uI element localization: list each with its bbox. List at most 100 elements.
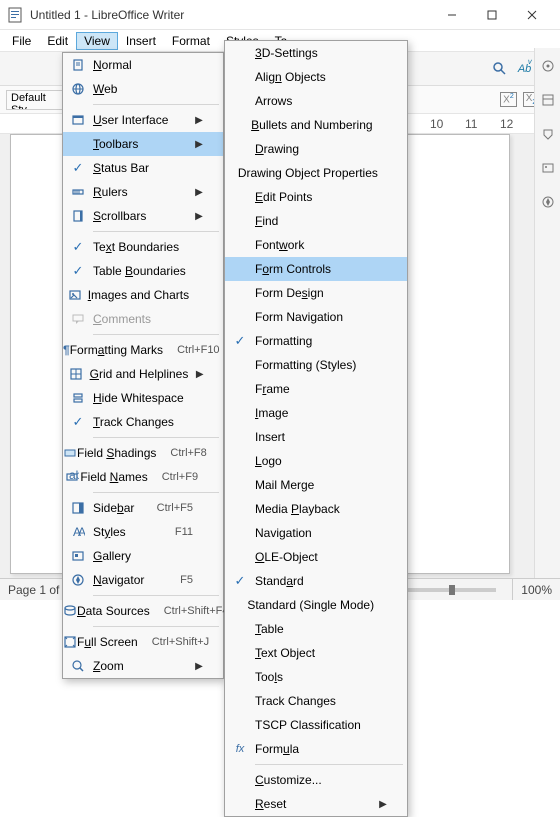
toolbars-item-formatting-styles-[interactable]: Formatting (Styles) bbox=[225, 353, 407, 377]
toolbars-item-formula[interactable]: fxFormula bbox=[225, 737, 407, 761]
toolbars-item-standard-single-mode-[interactable]: Standard (Single Mode) bbox=[225, 593, 407, 617]
menu-file[interactable]: File bbox=[4, 32, 39, 50]
menu-format[interactable]: Format bbox=[164, 32, 218, 50]
menu-accel: F5 bbox=[172, 574, 193, 586]
view-item-styles[interactable]: AAStylesF11 bbox=[63, 520, 223, 544]
view-item-zoom[interactable]: Zoom▶ bbox=[63, 654, 223, 678]
superscript-button[interactable]: X2 bbox=[500, 92, 517, 106]
toolbars-item-3d-settings[interactable]: 3D-Settings bbox=[225, 41, 407, 65]
maximize-button[interactable] bbox=[472, 1, 512, 29]
toolbars-item-ole-object[interactable]: OLE-Object bbox=[225, 545, 407, 569]
toolbars-item-form-navigation[interactable]: Form Navigation bbox=[225, 305, 407, 329]
view-item-hide-whitespace[interactable]: Hide Whitespace bbox=[63, 386, 223, 410]
view-item-rulers[interactable]: Rulers▶ bbox=[63, 180, 223, 204]
toolbars-item-frame[interactable]: Frame bbox=[225, 377, 407, 401]
view-item-images-and-charts[interactable]: Images and Charts bbox=[63, 283, 223, 307]
spellcheck-icon[interactable]: Abͮ bbox=[518, 63, 531, 75]
grid-icon bbox=[63, 367, 90, 381]
menu-label: User Interface bbox=[93, 113, 193, 127]
toolbars-item-tools[interactable]: Tools bbox=[225, 665, 407, 689]
view-item-gallery[interactable]: Gallery bbox=[63, 544, 223, 568]
menu-accel: Ctrl+F9 bbox=[154, 471, 198, 483]
view-item-field-names[interactable]: abField NamesCtrl+F9 bbox=[63, 465, 223, 489]
toolbars-item-align-objects[interactable]: Align Objects bbox=[225, 65, 407, 89]
menu-view[interactable]: View bbox=[76, 32, 118, 50]
toolbars-item-drawing[interactable]: Drawing bbox=[225, 137, 407, 161]
toolbars-item-navigation[interactable]: Navigation bbox=[225, 521, 407, 545]
menu-edit[interactable]: Edit bbox=[39, 32, 76, 50]
toolbars-item-insert[interactable]: Insert bbox=[225, 425, 407, 449]
toolbars-item-image[interactable]: Image bbox=[225, 401, 407, 425]
menu-label: Toolbars bbox=[93, 137, 193, 151]
menu-label: Full Screen bbox=[77, 635, 144, 649]
toolbars-item-reset[interactable]: Reset▶ bbox=[225, 792, 407, 816]
view-item-toolbars[interactable]: Toolbars▶ bbox=[63, 132, 223, 156]
menu-label: Standard bbox=[255, 574, 377, 588]
view-item-formatting-marks[interactable]: ¶Formatting MarksCtrl+F10 bbox=[63, 338, 223, 362]
menu-label: Images and Charts bbox=[88, 288, 195, 302]
find-icon[interactable] bbox=[492, 61, 508, 77]
toolbars-item-edit-points[interactable]: Edit Points bbox=[225, 185, 407, 209]
check-icon: ✓ bbox=[63, 160, 93, 176]
submenu-arrow-icon: ▶ bbox=[193, 115, 205, 126]
toolbars-item-find[interactable]: Find bbox=[225, 209, 407, 233]
toolbars-item-logo[interactable]: Logo bbox=[225, 449, 407, 473]
toolbars-item-media-playback[interactable]: Media Playback bbox=[225, 497, 407, 521]
sidebar-styles-icon[interactable] bbox=[538, 124, 558, 144]
view-item-scrollbars[interactable]: Scrollbars▶ bbox=[63, 204, 223, 228]
toolbars-item-bullets-and-numbering[interactable]: Bullets and Numbering bbox=[225, 113, 407, 137]
sidebar-properties-icon[interactable] bbox=[538, 90, 558, 110]
sidebar-navigator-icon[interactable] bbox=[538, 192, 558, 212]
menu-label: Track Changes bbox=[255, 694, 377, 708]
submenu-arrow-icon: ▶ bbox=[193, 211, 205, 222]
toolbars-item-text-object[interactable]: Text Object bbox=[225, 641, 407, 665]
toolbars-item-track-changes[interactable]: Track Changes bbox=[225, 689, 407, 713]
menu-accel: Ctrl+F5 bbox=[149, 502, 193, 514]
view-item-navigator[interactable]: NavigatorF5 bbox=[63, 568, 223, 592]
view-item-user-interface[interactable]: User Interface▶ bbox=[63, 108, 223, 132]
img-icon bbox=[63, 288, 88, 302]
view-item-table-boundaries[interactable]: ✓Table Boundaries bbox=[63, 259, 223, 283]
status-zoom[interactable]: 100% bbox=[513, 579, 560, 600]
toolbars-item-fontwork[interactable]: Fontwork bbox=[225, 233, 407, 257]
sidebar-gallery-icon[interactable] bbox=[538, 158, 558, 178]
menu-label: Frame bbox=[255, 382, 377, 396]
toolbars-item-formatting[interactable]: ✓Formatting bbox=[225, 329, 407, 353]
view-item-field-shadings[interactable]: Field ShadingsCtrl+F8 bbox=[63, 441, 223, 465]
toolbars-item-tscp-classification[interactable]: TSCP Classification bbox=[225, 713, 407, 737]
zoom-slider[interactable] bbox=[406, 588, 496, 592]
toolbars-item-standard[interactable]: ✓Standard bbox=[225, 569, 407, 593]
view-item-grid-and-helplines[interactable]: Grid and Helplines▶ bbox=[63, 362, 223, 386]
view-item-web[interactable]: Web bbox=[63, 77, 223, 101]
menu-label: Table Boundaries bbox=[93, 264, 193, 278]
check-icon: ✓ bbox=[225, 333, 255, 349]
view-item-full-screen[interactable]: Full ScreenCtrl+Shift+J bbox=[63, 630, 223, 654]
menu-label: Drawing Object Properties bbox=[238, 166, 384, 180]
menu-insert[interactable]: Insert bbox=[118, 32, 164, 50]
fx-icon: fx bbox=[225, 743, 255, 755]
toolbars-item-customize-[interactable]: Customize... bbox=[225, 768, 407, 792]
view-item-normal[interactable]: Normal bbox=[63, 53, 223, 77]
gallery-icon bbox=[63, 549, 93, 563]
menu-label: Customize... bbox=[255, 773, 377, 787]
menu-accel: Ctrl+Shift+J bbox=[144, 636, 209, 648]
toolbars-item-arrows[interactable]: Arrows bbox=[225, 89, 407, 113]
view-item-track-changes[interactable]: ✓Track Changes bbox=[63, 410, 223, 434]
view-item-status-bar[interactable]: ✓Status Bar bbox=[63, 156, 223, 180]
toolbars-item-drawing-object-properties[interactable]: Drawing Object Properties bbox=[225, 161, 407, 185]
view-item-sidebar[interactable]: SidebarCtrl+F5 bbox=[63, 496, 223, 520]
sidebar-settings-icon[interactable] bbox=[538, 56, 558, 76]
paragraph-style-combo[interactable]: Default Sty bbox=[6, 90, 66, 110]
toolbars-item-table[interactable]: Table bbox=[225, 617, 407, 641]
toolbars-item-mail-merge[interactable]: Mail Merge bbox=[225, 473, 407, 497]
view-item-text-boundaries[interactable]: ✓Text Boundaries bbox=[63, 235, 223, 259]
toolbars-item-form-design[interactable]: Form Design bbox=[225, 281, 407, 305]
menu-label: Formatting (Styles) bbox=[255, 358, 377, 372]
minimize-button[interactable] bbox=[432, 1, 472, 29]
compass-icon bbox=[63, 573, 93, 587]
menu-accel: Ctrl+F8 bbox=[162, 447, 206, 459]
globe-icon bbox=[63, 82, 93, 96]
close-button[interactable] bbox=[512, 1, 552, 29]
toolbars-item-form-controls[interactable]: Form Controls bbox=[225, 257, 407, 281]
view-item-data-sources[interactable]: Data SourcesCtrl+Shift+F4 bbox=[63, 599, 223, 623]
